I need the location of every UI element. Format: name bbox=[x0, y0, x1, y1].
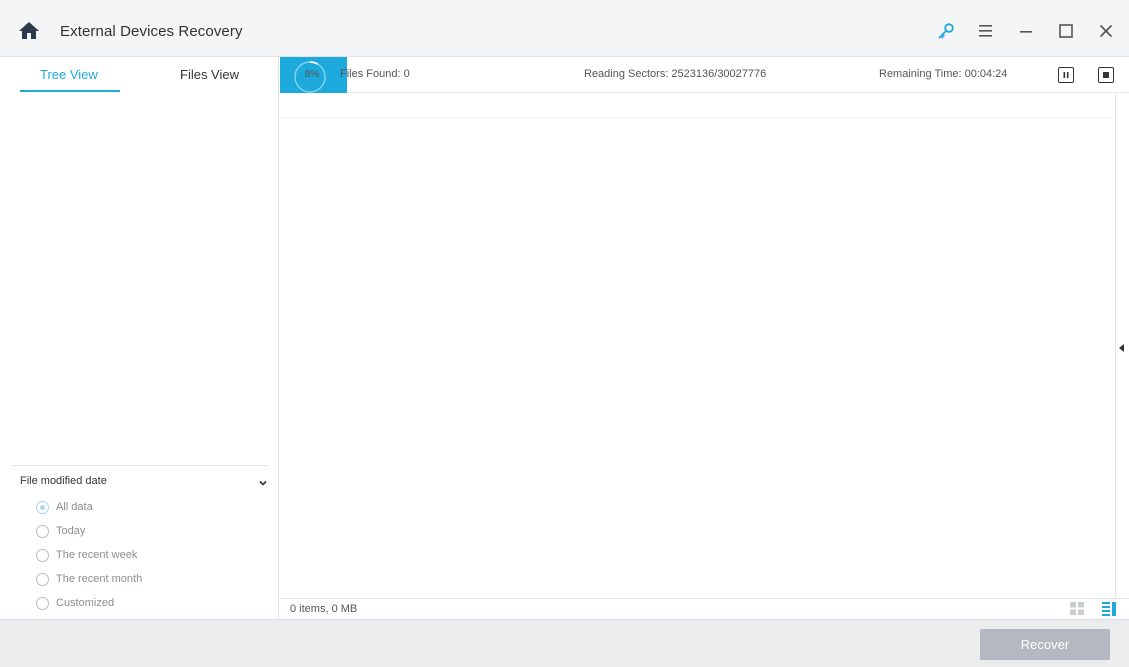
maximize-icon[interactable] bbox=[1057, 22, 1075, 40]
key-icon[interactable] bbox=[937, 22, 955, 40]
radio-label: Customized bbox=[56, 597, 115, 609]
radio-button[interactable] bbox=[36, 596, 49, 610]
home-icon[interactable] bbox=[18, 21, 40, 41]
files-found: Files Found: 0 bbox=[340, 68, 410, 80]
radio-today[interactable]: Today bbox=[36, 523, 85, 539]
tab-files-view[interactable]: Files View bbox=[180, 67, 239, 82]
footer: Recover bbox=[0, 619, 1129, 667]
close-icon[interactable] bbox=[1097, 22, 1115, 40]
tab-tree-view[interactable]: Tree View bbox=[40, 67, 98, 82]
radio-recent-month[interactable]: The recent month bbox=[36, 571, 142, 587]
window-title: External Devices Recovery bbox=[60, 23, 243, 40]
expand-preview-icon[interactable] bbox=[1119, 339, 1125, 352]
radio-label: The recent week bbox=[56, 549, 138, 561]
grid-view-icon[interactable] bbox=[1070, 602, 1085, 616]
radio-label: All data bbox=[56, 501, 93, 513]
reading-sectors: Reading Sectors: 2523136/30027776 bbox=[584, 68, 767, 80]
stop-icon bbox=[1103, 72, 1109, 78]
progress-percent: 8% bbox=[304, 69, 320, 80]
chevron-down-icon[interactable] bbox=[258, 475, 268, 486]
radio-button[interactable] bbox=[36, 548, 49, 562]
stop-button[interactable] bbox=[1098, 67, 1114, 83]
menu-icon[interactable] bbox=[977, 22, 995, 40]
radio-label: The recent month bbox=[56, 573, 143, 585]
status-bar: 0 items, 0 MB bbox=[280, 598, 1129, 619]
results-header-line bbox=[280, 117, 1115, 118]
radio-button[interactable] bbox=[36, 500, 49, 514]
radio-label: Today bbox=[56, 525, 86, 537]
items-summary: 0 items, 0 MB bbox=[290, 603, 358, 615]
pause-button[interactable] bbox=[1058, 67, 1074, 83]
title-bar: External Devices Recovery bbox=[0, 0, 1129, 57]
view-tabs: Tree View Files View bbox=[0, 57, 279, 93]
radio-button[interactable] bbox=[36, 572, 49, 586]
divider bbox=[12, 465, 268, 466]
radio-all-data[interactable]: All data bbox=[36, 499, 93, 515]
preview-panel-edge bbox=[1115, 93, 1116, 598]
remaining-time: Remaining Time: 00:04:24 bbox=[879, 68, 1008, 80]
progress-bar: 8% bbox=[280, 57, 347, 93]
list-view-icon[interactable] bbox=[1102, 602, 1117, 616]
active-tab-indicator bbox=[20, 90, 120, 92]
pause-icon bbox=[1063, 72, 1069, 78]
recover-button[interactable]: Recover bbox=[980, 629, 1110, 660]
radio-button[interactable] bbox=[36, 524, 49, 538]
radio-recent-week[interactable]: The recent week bbox=[36, 547, 137, 563]
left-panel: Tree View Files View File modified date … bbox=[0, 57, 279, 619]
radio-customized[interactable]: Customized bbox=[36, 595, 114, 611]
scan-status-bar: 8% Files Found: 0 Reading Sectors: 25231… bbox=[280, 57, 1129, 93]
filter-title: File modified date bbox=[20, 475, 107, 487]
minimize-icon[interactable] bbox=[1017, 22, 1035, 40]
